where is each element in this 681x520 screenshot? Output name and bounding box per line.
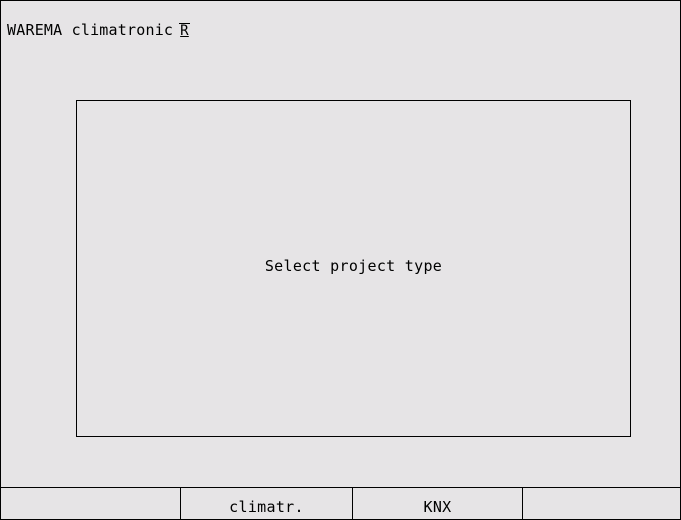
- app-title-text: WAREMA climatronic: [7, 21, 174, 39]
- dialog-message: Select project type: [264, 257, 443, 275]
- softkey-climatronic-button[interactable]: climatr.: [181, 488, 353, 519]
- device-screen: WAREMA climatronic R Select project type…: [0, 0, 681, 520]
- registered-trademark-icon: R: [179, 22, 190, 39]
- project-type-dialog: Select project type: [76, 100, 631, 437]
- softkey-bar: climatr. KNX: [1, 487, 681, 519]
- softkey-4-empty[interactable]: [523, 488, 681, 519]
- softkey-1-empty[interactable]: [1, 488, 181, 519]
- softkey-knx-button[interactable]: KNX: [353, 488, 523, 519]
- app-title: WAREMA climatronic R: [7, 21, 190, 39]
